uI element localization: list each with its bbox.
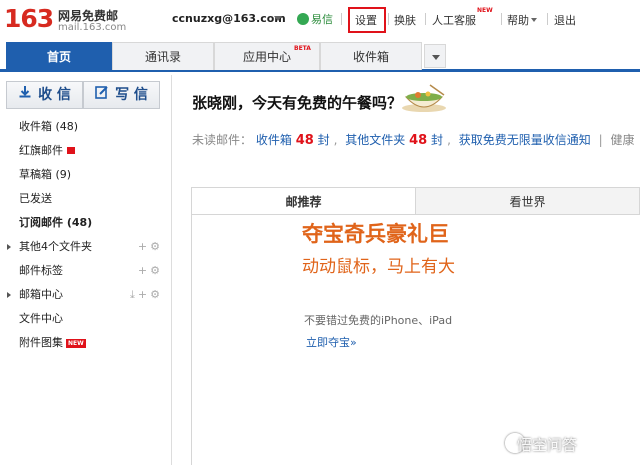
folder-mailbox-center[interactable]: 邮箱中心 ⤓+⚙ — [0, 283, 171, 307]
folder-label: 红旗邮件 — [19, 144, 63, 157]
health-link[interactable]: 健康 — [610, 133, 634, 147]
skin-link[interactable]: 换肤 — [394, 12, 416, 28]
tab-contacts[interactable]: 通讯录 — [112, 42, 214, 70]
user-email[interactable]: ccnuzxg@163.com — [172, 12, 286, 25]
tab-app-center-label: 应用中心 — [242, 50, 291, 64]
unit-label: 封 — [317, 133, 330, 147]
folder-sent[interactable]: 已发送 — [0, 187, 171, 211]
tab-inbox[interactable]: 收件箱 — [320, 42, 422, 70]
folder-label: 草稿箱 (9) — [19, 168, 72, 181]
divider — [388, 13, 389, 25]
top-header: 163 网易免费邮 mail.163.com ccnuzxg@163.com 易… — [0, 0, 640, 40]
notify-link[interactable]: 获取免费无限量收信通知 — [459, 133, 591, 147]
other-folders-label: 其他文件夹 — [345, 133, 406, 147]
folder-file-center[interactable]: 文件中心 — [0, 307, 171, 331]
divider — [341, 13, 342, 25]
yixin-icon — [297, 13, 309, 25]
mailbox-center-actions[interactable]: ⤓+⚙ — [130, 283, 163, 307]
help-label: 帮助 — [507, 14, 529, 27]
greeting: 张晓刚，今天有免费的午餐吗？ — [192, 94, 403, 112]
inbox-unread-link[interactable]: 收件箱 48 封 — [255, 133, 330, 148]
promo-title[interactable]: 夺宝奇兵豪礼巨 — [302, 218, 449, 248]
download-icon — [18, 82, 32, 108]
settings-link[interactable]: 设置 — [355, 12, 377, 28]
unread-summary: 未读邮件： 收件箱 48 封, 其他文件夹 48 封, 获取免费无限量收信通知 … — [192, 133, 635, 148]
compose-button[interactable]: 写 信 — [83, 81, 160, 109]
folder-drafts[interactable]: 草稿箱 (9) — [0, 163, 171, 187]
tag-actions[interactable]: +⚙ — [138, 259, 163, 283]
divider — [547, 13, 548, 25]
edit-icon — [95, 82, 109, 108]
folder-tags[interactable]: 邮件标签 +⚙ — [0, 259, 171, 283]
divider — [501, 13, 502, 25]
folder-inbox[interactable]: 收件箱 (48) — [0, 115, 171, 139]
folder-label: 收件箱 (48) — [19, 120, 79, 133]
unit-label: 封 — [431, 133, 444, 147]
folder-actions[interactable]: +⚙ — [138, 235, 163, 259]
compose-label: 写 信 — [115, 87, 148, 103]
tab-recommend[interactable]: 邮推荐 — [191, 187, 416, 215]
beta-badge: BETA — [294, 45, 311, 52]
logout-link[interactable]: 退出 — [554, 12, 576, 28]
other-unread-count: 48 — [409, 133, 428, 148]
watermark: 悟空问答 — [517, 436, 578, 454]
lunch-bowl-icon — [402, 84, 446, 112]
folder-label: 邮件标签 — [19, 264, 63, 277]
new-badge: NEW — [477, 7, 493, 14]
receive-button[interactable]: 收 信 — [6, 81, 83, 109]
folder-flagged[interactable]: 红旗邮件 — [0, 139, 171, 163]
folder-list: 收件箱 (48) 红旗邮件 草稿箱 (9) 已发送 订阅邮件 (48) 其他4个… — [0, 115, 171, 355]
folder-subscriptions[interactable]: 订阅邮件 (48) — [0, 211, 171, 235]
sidebar: 收 信 写 信 收件箱 (48) 红旗邮件 草稿箱 (9) 已发送 订阅邮件 (… — [0, 75, 172, 465]
logo-url: mail.163.com — [58, 22, 127, 33]
folder-label: 已发送 — [19, 192, 52, 205]
folder-label: 附件图集 — [19, 336, 63, 349]
divider — [425, 13, 426, 25]
receive-label: 收 信 — [38, 87, 71, 103]
mail-actions: 收 信 写 信 — [6, 81, 160, 109]
tab-more-dropdown[interactable] — [424, 44, 446, 68]
support-link[interactable]: 人工客服 — [432, 12, 476, 28]
inbox-unread-count: 48 — [295, 133, 314, 148]
tab-world[interactable]: 看世界 — [415, 187, 640, 215]
folder-other[interactable]: 其他4个文件夹 +⚙ — [0, 235, 171, 259]
yixin-link[interactable]: 易信 — [297, 11, 333, 27]
red-flag-icon — [67, 147, 75, 154]
new-badge: NEW — [66, 339, 86, 348]
folder-label: 邮箱中心 — [19, 288, 63, 301]
folder-attachments[interactable]: 附件图集 NEW — [0, 331, 171, 355]
main-tabbar: 首页 通讯录 应用中心 BETA 收件箱 — [0, 40, 640, 72]
content-tabs: 邮推荐 看世界 — [191, 187, 640, 215]
expand-arrow-icon[interactable] — [7, 244, 11, 250]
promo-description: 不要错过免费的iPhone、iPad — [304, 314, 453, 327]
help-menu[interactable]: 帮助 — [507, 12, 537, 28]
yixin-label: 易信 — [311, 13, 333, 26]
promo-subtitle: 动动鼠标，马上有大 — [302, 257, 455, 277]
expand-arrow-icon[interactable] — [7, 292, 11, 298]
promo-link[interactable]: 立即夺宝» — [306, 334, 357, 350]
folder-label: 订阅邮件 (48) — [19, 216, 93, 229]
logo-number: 163 — [4, 4, 54, 33]
chevron-down-icon — [531, 18, 537, 22]
chevron-down-icon[interactable] — [274, 16, 282, 21]
other-unread-link[interactable]: 其他文件夹 48 封 — [345, 133, 444, 148]
unread-label: 未读邮件： — [192, 133, 253, 147]
inbox-label: 收件箱 — [255, 133, 292, 147]
folder-label: 其他4个文件夹 — [19, 240, 92, 253]
tab-home[interactable]: 首页 — [6, 42, 112, 72]
folder-label: 文件中心 — [19, 312, 63, 325]
